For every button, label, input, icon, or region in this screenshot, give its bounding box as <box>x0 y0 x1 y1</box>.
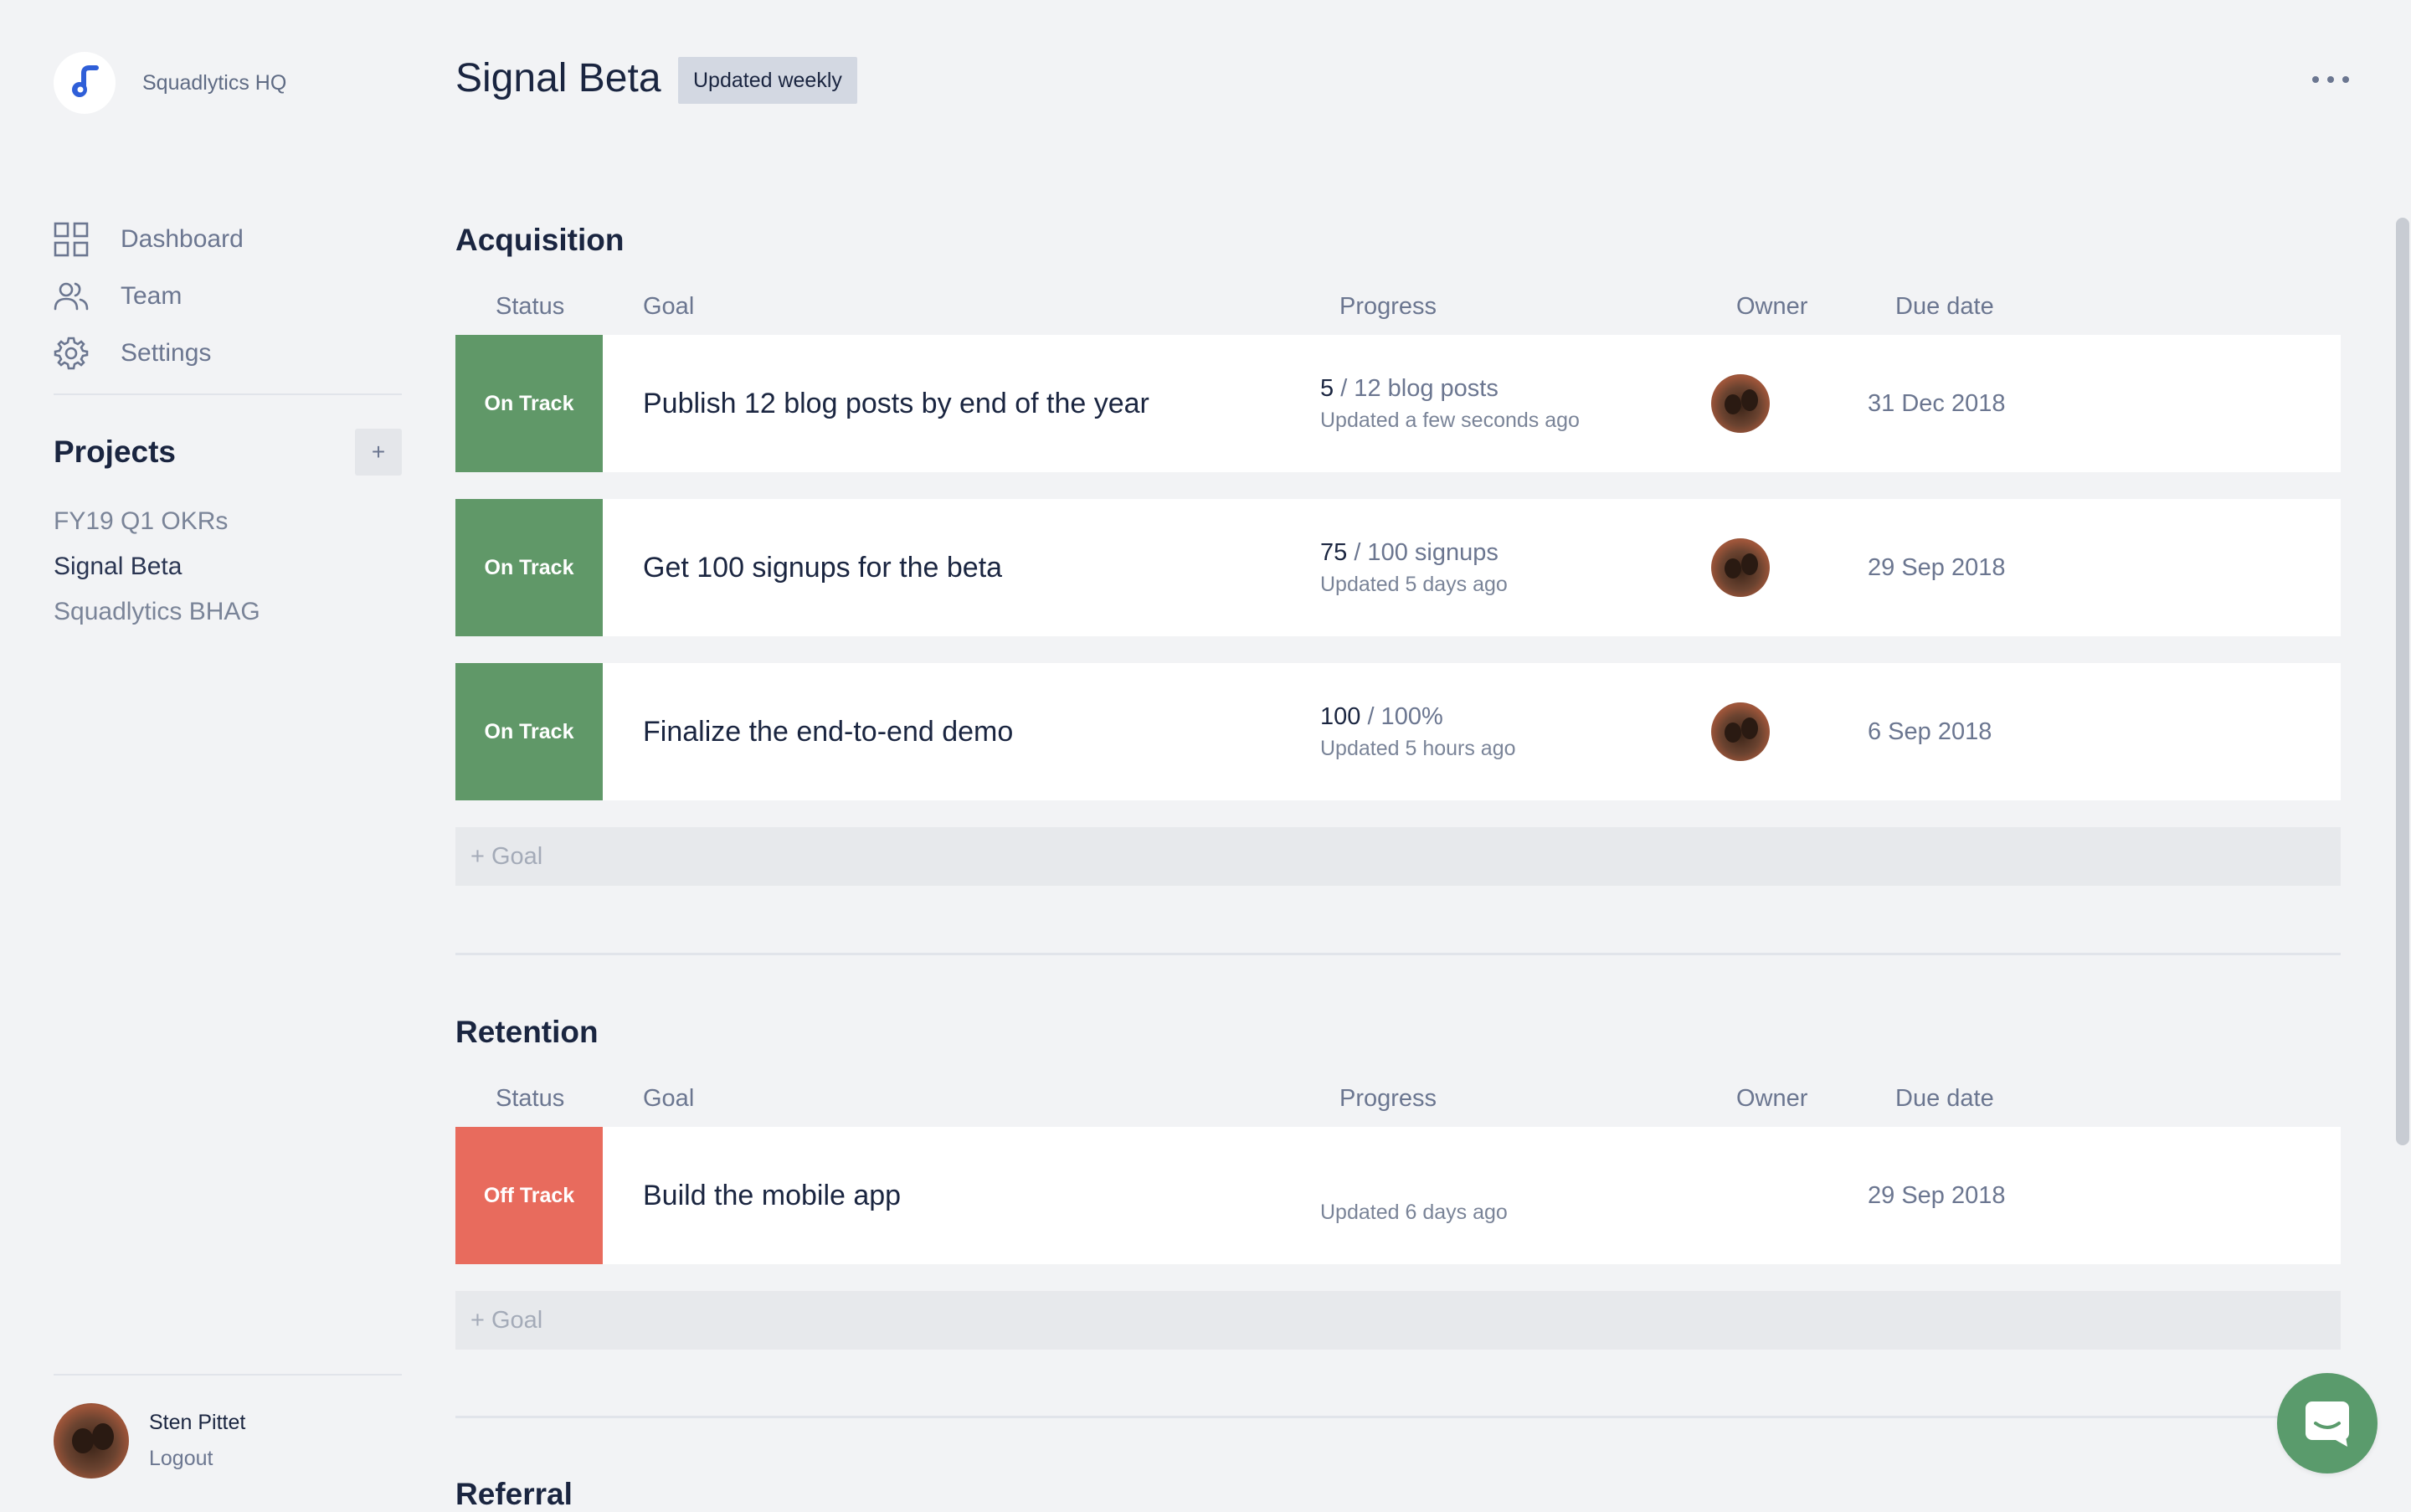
nav-label: Settings <box>121 339 212 367</box>
goal-title[interactable]: Build the mobile app <box>643 1127 901 1264</box>
avatar[interactable] <box>54 1403 129 1479</box>
workspace-switcher[interactable]: Squadlytics HQ <box>54 52 286 114</box>
progress-current: 100 <box>1320 703 1361 730</box>
goal-title[interactable]: Get 100 signups for the beta <box>643 499 1002 636</box>
due-date[interactable]: 29 Sep 2018 <box>1868 499 2005 636</box>
progress-updated: Updated a few seconds ago <box>1320 409 1580 432</box>
nav-label: Team <box>121 282 182 310</box>
add-goal-button[interactable]: + Goal <box>455 827 2341 886</box>
due-date[interactable]: 6 Sep 2018 <box>1868 663 1992 800</box>
column-header-due-date: Due date <box>1895 1085 1994 1112</box>
column-header-owner: Owner <box>1736 1085 1808 1112</box>
progress-current: 5 <box>1320 375 1334 402</box>
progress-current: 75 <box>1320 539 1348 566</box>
progress-updated: Updated 5 hours ago <box>1320 737 1516 760</box>
page-title: Signal Beta <box>455 56 661 100</box>
owner-avatar[interactable] <box>1711 538 1770 597</box>
column-header-goal: Goal <box>643 1085 695 1112</box>
section-title-acquisition: Acquisition <box>455 223 625 257</box>
chat-bubble-icon[interactable] <box>2277 1373 2378 1473</box>
workspace-name: Squadlytics HQ <box>142 70 287 95</box>
status-badge[interactable]: Off Track <box>455 1127 603 1264</box>
goal-progress[interactable]: 5 / 12 blog posts Updated a few seconds … <box>1320 375 1580 433</box>
due-date[interactable]: 31 Dec 2018 <box>1868 335 2005 472</box>
section-title-retention: Retention <box>455 1015 599 1049</box>
squadlytics-logo-icon <box>54 52 116 114</box>
column-header-status: Status <box>496 1085 565 1112</box>
update-frequency-badge[interactable]: Updated weekly <box>678 57 857 104</box>
goal-title[interactable]: Publish 12 blog posts by end of the year <box>643 335 1149 472</box>
team-users-icon <box>54 279 89 314</box>
add-goal-button[interactable]: + Goal <box>455 1291 2341 1350</box>
goal-progress[interactable]: Updated 6 days ago <box>1320 1167 1508 1225</box>
nav-label: Dashboard <box>121 225 244 253</box>
sidebar: Squadlytics HQ Dashboard Team Settings P… <box>0 0 402 1507</box>
project-item-signal-beta[interactable]: Signal Beta <box>54 544 260 589</box>
scrollbar-thumb[interactable] <box>2396 218 2409 1145</box>
goal-progress[interactable]: 100 / 100% Updated 5 hours ago <box>1320 703 1516 761</box>
ellipsis-icon[interactable] <box>2312 65 2349 94</box>
column-header-status: Status <box>496 293 565 320</box>
sidebar-divider <box>54 1374 402 1376</box>
status-badge[interactable]: On Track <box>455 335 603 472</box>
goal-row[interactable]: On Track Finalize the end-to-end demo 10… <box>455 663 2341 800</box>
project-item-squadlytics-bhag[interactable]: Squadlytics BHAG <box>54 589 260 635</box>
dashboard-grid-icon <box>54 222 89 257</box>
goal-row[interactable]: On Track Publish 12 blog posts by end of… <box>455 335 2341 472</box>
add-project-button[interactable]: + <box>355 429 402 476</box>
sidebar-divider <box>54 393 402 395</box>
column-header-progress: Progress <box>1339 1085 1437 1112</box>
due-date[interactable]: 29 Sep 2018 <box>1868 1127 2005 1264</box>
nav-item-settings[interactable]: Settings <box>54 325 244 382</box>
column-header-due-date: Due date <box>1895 293 1994 320</box>
project-item-fy19-q1-okrs[interactable]: FY19 Q1 OKRs <box>54 499 260 544</box>
progress-target: / 100 signups <box>1347 539 1499 566</box>
goal-progress[interactable]: 75 / 100 signups Updated 5 days ago <box>1320 539 1508 597</box>
status-badge[interactable]: On Track <box>455 499 603 636</box>
goal-row[interactable]: On Track Get 100 signups for the beta 75… <box>455 499 2341 636</box>
status-badge[interactable]: On Track <box>455 663 603 800</box>
gear-icon <box>54 336 89 371</box>
section-divider <box>455 1416 2341 1418</box>
goal-title[interactable]: Finalize the end-to-end demo <box>643 663 1013 800</box>
section-divider <box>455 953 2341 955</box>
progress-target: / 100% <box>1360 703 1443 730</box>
owner-avatar[interactable] <box>1711 374 1770 433</box>
user-profile: Sten Pittet Logout <box>54 1403 245 1479</box>
progress-target: / 12 blog posts <box>1334 375 1499 402</box>
user-name: Sten Pittet <box>149 1411 246 1434</box>
projects-header: Projects + <box>54 429 402 476</box>
column-header-goal: Goal <box>643 293 695 320</box>
goal-row[interactable]: Off Track Build the mobile app Updated 6… <box>455 1127 2341 1264</box>
nav-item-team[interactable]: Team <box>54 268 244 325</box>
progress-updated: Updated 5 days ago <box>1320 573 1508 596</box>
user-meta: Sten Pittet Logout <box>149 1411 245 1471</box>
owner-avatar[interactable] <box>1711 702 1770 761</box>
column-header-owner: Owner <box>1736 293 1808 320</box>
main-nav: Dashboard Team Settings <box>54 211 244 382</box>
nav-item-dashboard[interactable]: Dashboard <box>54 211 244 268</box>
logout-link[interactable]: Logout <box>149 1447 245 1471</box>
project-list: FY19 Q1 OKRs Signal Beta Squadlytics BHA… <box>54 499 260 635</box>
progress-updated: Updated 6 days ago <box>1320 1201 1508 1224</box>
column-header-progress: Progress <box>1339 293 1437 320</box>
projects-title: Projects <box>54 435 177 469</box>
